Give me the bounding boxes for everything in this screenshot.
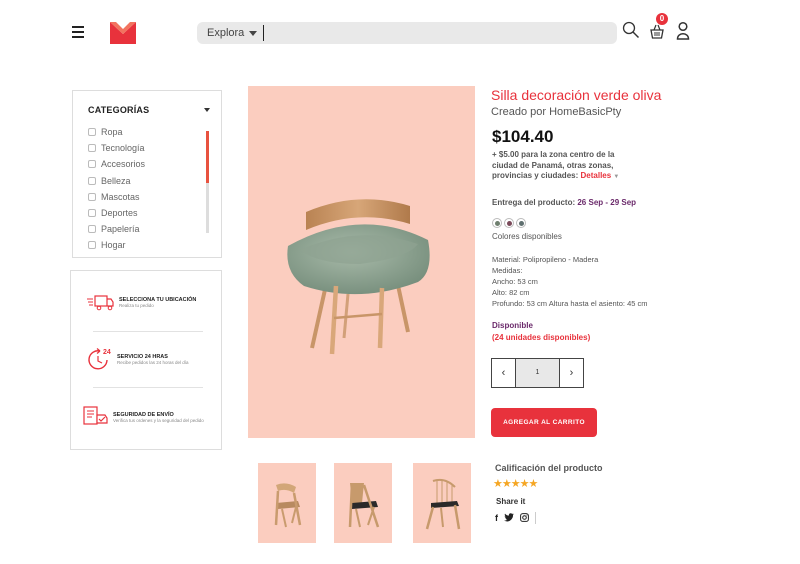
instagram-icon[interactable] [520,512,529,524]
scrollbar-thumb[interactable] [206,131,209,183]
checkbox[interactable] [88,225,96,234]
service-subtitle: Realiza tu pedido [119,302,154,308]
service-24h: 24 SERVICIO 24 HRAS Recibe pedidos las 2… [87,347,189,371]
delivery-info: Entrega del producto: 26 Sep - 29 Sep [492,198,637,207]
search-divider [263,25,264,41]
availability-status: Disponible [492,321,533,330]
product-main-image[interactable] [248,86,475,438]
swatch-fill [518,220,524,226]
delivery-dates: 26 Sep - 29 Sep [577,198,637,207]
header: Explora 0 [0,0,800,62]
checkbox[interactable] [88,192,96,201]
chevron-down-icon[interactable] [249,31,257,36]
checkbox[interactable] [88,208,96,217]
spec-line: Profundo: 53 cm Altura hasta el asiento:… [492,299,648,308]
quantity-value[interactable]: 1 [515,359,560,387]
facebook-icon[interactable]: f [495,513,498,523]
divider [93,331,203,332]
search-bar: Explora [197,22,617,44]
color-swatch[interactable] [504,218,514,228]
user-icon[interactable] [675,21,691,41]
quantity-decrement-button[interactable]: ‹ [492,359,515,387]
checkbox[interactable] [88,176,96,185]
category-item[interactable]: Hogar [88,237,145,253]
quantity-increment-button[interactable]: › [560,359,583,387]
service-location: SELECCIONA TU UBICACIÓN Realiza tu pedid… [87,293,196,311]
categories-title: CATEGORÍAS [88,105,150,115]
product-seller[interactable]: Creado por HomeBasicPty [491,106,621,118]
divider [93,387,203,388]
quantity-stepper: ‹ 1 › [491,358,584,388]
menu-icon[interactable] [72,26,84,38]
spec-line: Ancho: 53 cm [492,277,538,286]
color-swatch[interactable] [516,218,526,228]
rating-label: Calificación del producto [495,463,603,473]
add-to-cart-button[interactable]: AGREGAR AL CARRITO [491,408,597,437]
delivery-truck-icon [87,295,114,311]
chair-thumbnail-1 [274,483,302,528]
chevron-down-icon[interactable] [204,108,210,112]
category-item[interactable]: Belleza [88,173,145,189]
product-thumbnail[interactable] [258,463,316,543]
category-item[interactable]: Mascotas [88,189,145,205]
spec-line: Material: Polipropileno - Madera [492,255,599,264]
categories-list: Ropa Tecnología Accesorios Belleza Masco… [88,124,145,254]
search-category-dropdown[interactable]: Explora [207,22,244,44]
details-link[interactable]: Detalles [581,171,612,180]
swatch-fill [506,220,512,226]
color-swatches [492,218,528,228]
checkbox[interactable] [88,128,96,136]
share-label: Share it [496,497,526,506]
checkbox[interactable] [88,144,96,153]
chair-illustration [287,199,430,355]
color-swatch[interactable] [492,218,502,228]
checkbox[interactable] [88,160,96,169]
social-share-links: f [495,512,536,524]
brand-logo[interactable] [110,22,136,44]
service-security: SEGURIDAD DE ENVÍO Verifica tus ordenes … [83,405,204,429]
units-available: (24 unidades disponibles) [492,333,591,342]
divider [535,512,536,524]
caret-down-icon[interactable]: ▼ [613,174,619,180]
product-specs: Material: Polipropileno - Madera Medidas… [492,254,648,309]
search-input[interactable] [269,24,609,42]
chair-thumbnail-2 [348,482,380,528]
product-price: $104.40 [492,127,554,146]
spec-line: Alto: 82 cm [492,288,530,297]
product-title: Silla decoración verde oliva [491,87,662,103]
swatch-fill [494,220,500,226]
chair-thumbnail-3 [425,478,461,530]
twitter-icon[interactable] [504,512,514,524]
service-title: SELECCIONA TU UBICACIÓN [119,296,197,303]
spec-line: Medidas: [492,266,523,275]
cart-count-badge: 0 [656,13,668,25]
rating-stars[interactable]: ★★★★★ [493,477,538,490]
secure-shipping-icon [83,406,108,425]
category-item[interactable]: Deportes [88,205,145,221]
categories-panel: CATEGORÍAS Ropa Tecnología Accesorios Be… [72,90,222,258]
service-subtitle: Recibe pedidos las 24 horas del día [117,359,189,365]
category-item[interactable]: Ropa [88,124,145,140]
product-thumbnail[interactable] [413,463,471,543]
search-icon[interactable] [622,21,640,39]
category-item[interactable]: Accesorios [88,156,145,172]
product-thumbnail[interactable] [334,463,392,543]
category-item[interactable]: Papelería [88,221,145,237]
shipping-note: + $5.00 para la zona centro de la ciudad… [492,150,620,180]
checkbox[interactable] [88,241,96,250]
services-panel: SELECCIONA TU UBICACIÓN Realiza tu pedid… [70,270,222,450]
24h-badge-text: 24 [103,349,111,356]
service-subtitle: Verifica tus ordenes y la seguridad del … [113,417,204,423]
colors-label: Colores disponibles [492,232,562,241]
24h-service-icon: 24 [88,348,111,370]
category-item[interactable]: Tecnología [88,140,145,156]
